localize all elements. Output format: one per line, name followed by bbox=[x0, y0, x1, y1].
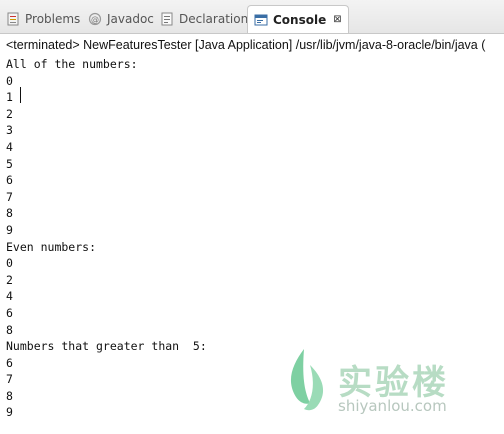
console-line: 8 bbox=[6, 322, 13, 337]
console-line: 5 bbox=[6, 156, 13, 171]
console-line: 8 bbox=[6, 206, 13, 221]
tab-console[interactable]: Console ⊠ bbox=[247, 5, 349, 33]
console-line: 6 bbox=[6, 173, 13, 188]
console-line: 4 bbox=[6, 139, 13, 154]
console-line: 1 bbox=[6, 90, 13, 105]
tab-label: Problems bbox=[25, 12, 81, 26]
watermark-logo: 实验楼 shiyanlou.com bbox=[282, 345, 482, 420]
console-line: 3 bbox=[6, 123, 13, 138]
tab-declaration[interactable]: Declaration bbox=[160, 6, 248, 32]
watermark-leaf-icon bbox=[290, 349, 324, 411]
console-line: 2 bbox=[6, 106, 13, 121]
console-icon bbox=[254, 13, 268, 27]
declaration-icon bbox=[160, 12, 174, 26]
console-line: 0 bbox=[6, 256, 13, 271]
console-line: 9 bbox=[6, 405, 13, 420]
console-line: 4 bbox=[6, 289, 13, 304]
tab-problems[interactable]: Problems bbox=[6, 6, 80, 32]
problems-icon bbox=[6, 12, 20, 26]
tab-javadoc[interactable]: @ Javadoc bbox=[88, 6, 154, 32]
console-status-header: <terminated> NewFeaturesTester [Java App… bbox=[6, 38, 486, 52]
console-line: 7 bbox=[6, 189, 13, 204]
close-icon[interactable]: ⊠ bbox=[333, 14, 341, 25]
tab-label: Javadoc bbox=[107, 12, 154, 26]
console-line: 9 bbox=[6, 222, 13, 237]
tab-label: Console bbox=[273, 12, 327, 27]
console-line: 0 bbox=[6, 73, 13, 88]
watermark-url: shiyanlou.com bbox=[338, 397, 447, 415]
console-output[interactable]: All of the numbers: 0 1 2 3 4 5 6 7 8 9 Even number… bbox=[6, 56, 207, 421]
console-line: 2 bbox=[6, 272, 13, 287]
tab-label: Declaration bbox=[179, 12, 249, 26]
view-tab-bar: Problems @ Javadoc Declaration Console ⊠ bbox=[0, 0, 504, 34]
text-caret bbox=[20, 87, 21, 103]
console-line: All of the numbers: bbox=[6, 57, 138, 71]
svg-text:@: @ bbox=[91, 15, 99, 24]
javadoc-icon: @ bbox=[88, 12, 102, 26]
console-line: 6 bbox=[6, 305, 13, 320]
console-line: Even numbers: bbox=[6, 239, 97, 254]
console-line: 8 bbox=[6, 388, 13, 403]
console-line: 7 bbox=[6, 372, 13, 387]
console-line: Numbers that greater than 5: bbox=[6, 339, 207, 354]
console-line: 6 bbox=[6, 355, 13, 370]
